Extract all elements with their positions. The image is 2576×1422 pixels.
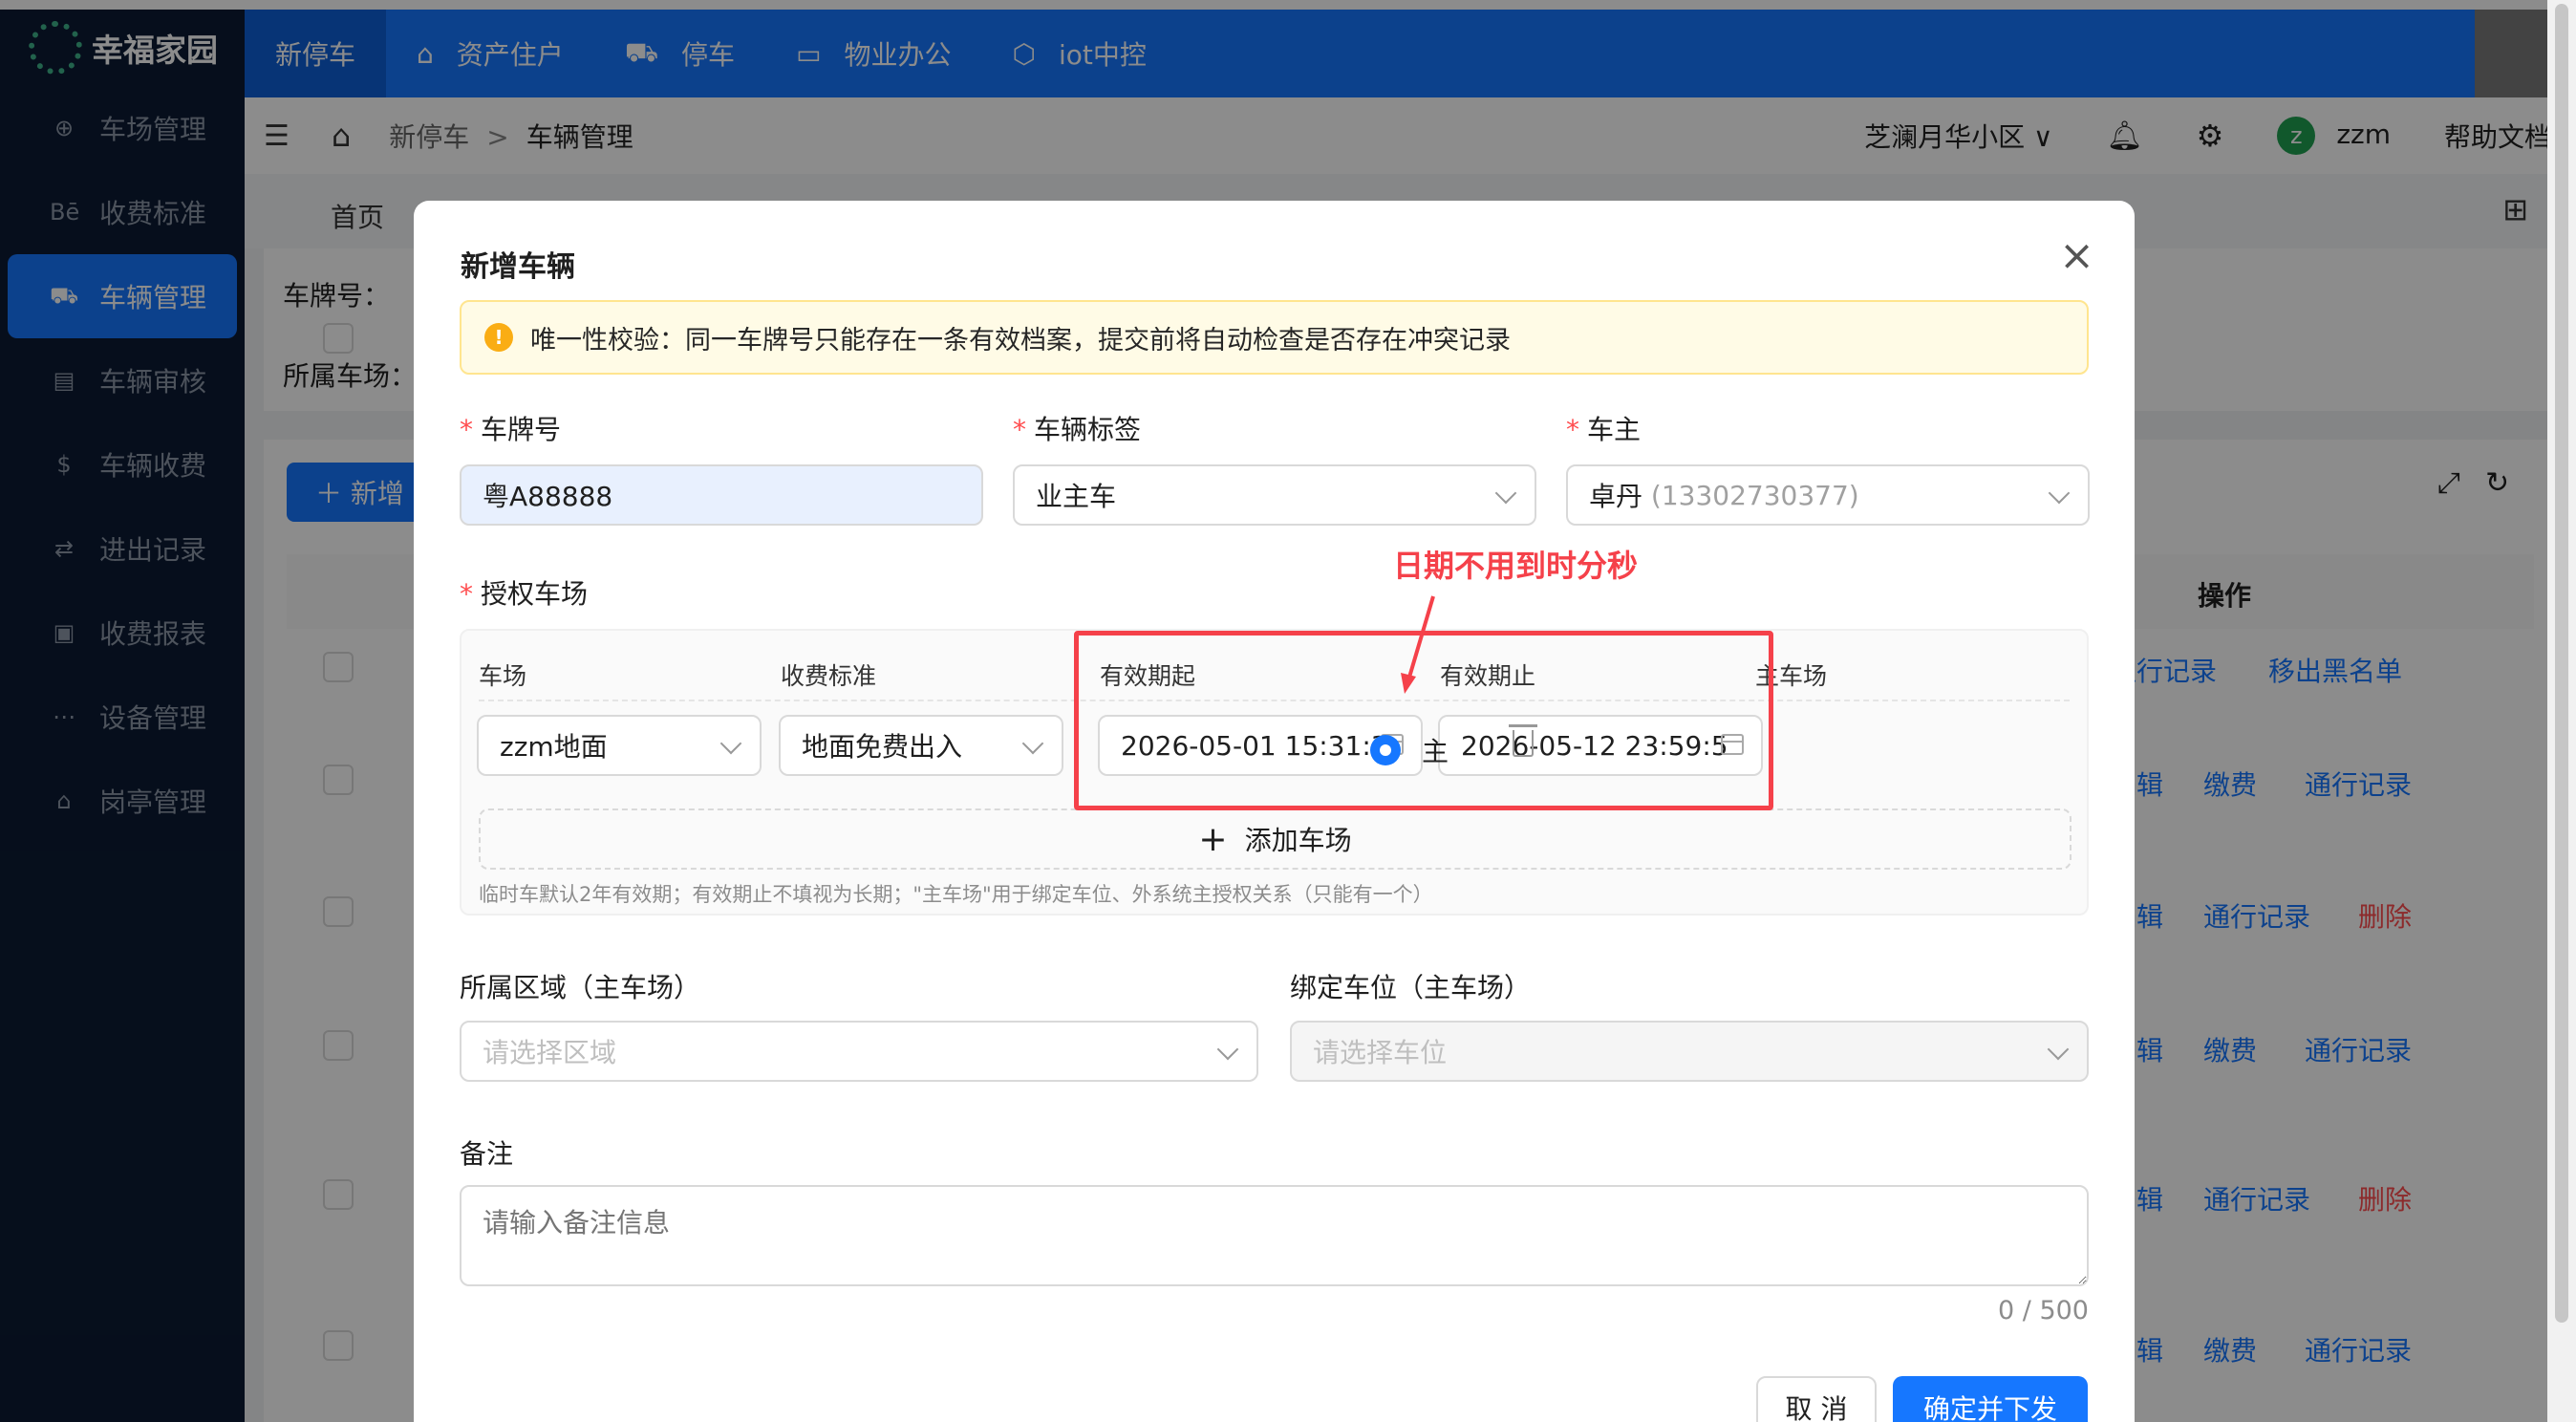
chevron-down-icon (1021, 732, 1044, 755)
chevron-down-icon (2047, 1038, 2070, 1061)
fee-select[interactable]: 地面免费出入 (779, 715, 1063, 776)
col-fee: 收费标准 (781, 662, 877, 690)
col-park: 车场 (479, 662, 527, 690)
annotation-arrow-icon (1401, 595, 1435, 694)
chevron-down-icon (719, 732, 742, 755)
tag-label: * 车辆标签 (1013, 414, 1142, 445)
auth-hint: 临时车默认2年有效期；有效期止不填视为长期；"主车场"用于绑定车位、外系统主授权… (479, 883, 1433, 906)
uniqueness-alert: ! 唯一性校验：同一车牌号只能存在一条有效档案，提交前将自动检查是否存在冲突记录 (460, 300, 2089, 375)
remark-textarea[interactable] (460, 1185, 2089, 1286)
auth-park-label: * 授权车场 (460, 578, 589, 610)
plate-label: * 车牌号 (460, 414, 562, 445)
area-select[interactable]: 请选择区域 (460, 1021, 1258, 1082)
plus-icon: + (1198, 819, 1228, 859)
owner-select[interactable]: 卓丹 (13302730377) (1566, 464, 2090, 526)
plate-input[interactable]: 粤A88888 (460, 464, 983, 526)
scrollbar-thumb[interactable] (2555, 4, 2568, 1323)
confirm-button[interactable]: 确定并下发 (1893, 1376, 2088, 1422)
chevron-down-icon (1216, 1038, 1239, 1061)
chevron-down-icon (1494, 482, 1517, 505)
chevron-down-icon (2048, 482, 2071, 505)
remark-label: 备注 (460, 1138, 514, 1170)
area-label: 所属区域（主车场） (460, 972, 701, 1003)
park-select[interactable]: zzm地面 (477, 715, 762, 776)
close-icon[interactable]: × (2059, 235, 2094, 277)
space-label: 绑定车位（主车场） (1290, 972, 1532, 1003)
char-count: 0 / 500 (1998, 1296, 2089, 1325)
space-select[interactable]: 请选择车位 (1290, 1021, 2089, 1082)
add-park-button[interactable]: + 添加车场 (479, 808, 2072, 870)
page-scrollbar[interactable] (2547, 0, 2576, 1422)
cancel-button[interactable]: 取 消 (1756, 1376, 1877, 1422)
tag-select[interactable]: 业主车 (1013, 464, 1536, 526)
annotation-text: 日期不用到时分秒 (1393, 548, 1639, 584)
owner-label: * 车主 (1566, 414, 1642, 445)
dialog-title: 新增车辆 (461, 250, 575, 284)
alert-text: 唯一性校验：同一车牌号只能存在一条有效档案，提交前将自动检查是否存在冲突记录 (530, 325, 1511, 356)
warning-icon: ! (484, 323, 513, 352)
